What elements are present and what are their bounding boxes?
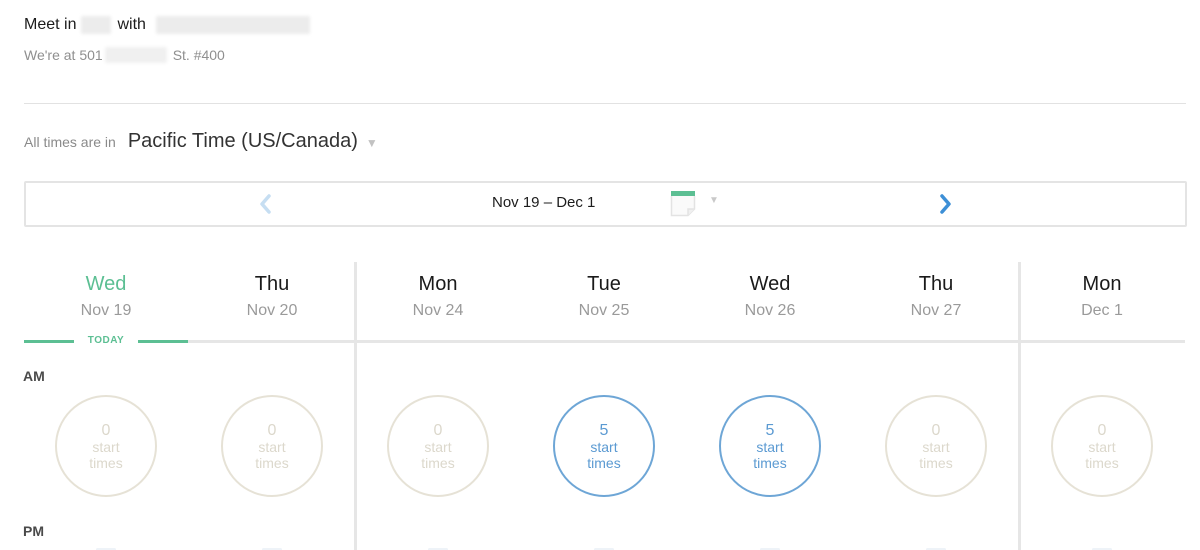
header-divider bbox=[24, 103, 1186, 104]
address-prefix: We're at 501 bbox=[24, 47, 103, 63]
title-prefix: Meet in bbox=[24, 16, 77, 33]
am-start-times-bubble[interactable]: 5 start times bbox=[719, 395, 821, 497]
day-of-week: Thu bbox=[254, 273, 290, 295]
day-date: Nov 20 bbox=[246, 302, 298, 319]
day-column-header: Thu Nov 27 bbox=[856, 262, 1016, 320]
am-start-times-bubble: 0 start times bbox=[387, 395, 489, 497]
day-column-header: Thu Nov 20 bbox=[192, 262, 352, 320]
address-suffix: St. #400 bbox=[172, 47, 225, 63]
day-date: Nov 25 bbox=[578, 302, 630, 319]
am-start-times-bubble: 0 start times bbox=[885, 395, 987, 497]
chevron-right-icon bbox=[940, 194, 951, 214]
start-times-count: 0 bbox=[931, 421, 941, 439]
week-separator bbox=[354, 262, 357, 550]
day-of-week: Tue bbox=[587, 273, 621, 295]
start-times-label: times bbox=[89, 454, 123, 471]
redacted-host-name bbox=[155, 16, 310, 34]
meeting-address: We're at 501 St. #400 bbox=[24, 46, 310, 64]
pm-label: PM bbox=[23, 523, 44, 539]
day-date: Nov 24 bbox=[412, 302, 464, 319]
chevron-left-icon bbox=[260, 194, 271, 214]
day-date: Nov 19 bbox=[80, 302, 132, 319]
start-times-label: times bbox=[587, 454, 621, 471]
day-column-header: Wed Nov 26 bbox=[690, 262, 850, 320]
start-times-label: times bbox=[255, 454, 289, 471]
today-label: TODAY bbox=[80, 335, 132, 346]
timezone-label: All times are in bbox=[24, 134, 116, 150]
previous-range-button[interactable] bbox=[254, 191, 278, 217]
day-of-week: Wed bbox=[749, 273, 791, 295]
availability-calendar: TODAY AM PM Wed Nov 19 0 start times Thu Nov 2… bbox=[23, 262, 1185, 550]
am-start-times-bubble: 0 start times bbox=[55, 395, 157, 497]
start-times-count: 5 bbox=[599, 421, 609, 439]
calendar-icon bbox=[670, 191, 696, 217]
start-times-label: start bbox=[1088, 438, 1116, 455]
start-times-label: times bbox=[919, 454, 953, 471]
redacted-street bbox=[104, 47, 167, 63]
day-date: Nov 26 bbox=[744, 302, 796, 319]
am-start-times-bubble: 0 start times bbox=[1051, 395, 1153, 497]
start-times-label: times bbox=[1085, 454, 1119, 471]
start-times-label: start bbox=[258, 438, 286, 455]
day-of-week: Thu bbox=[918, 273, 954, 295]
week-separator bbox=[1018, 262, 1021, 550]
day-date: Dec 1 bbox=[1081, 302, 1123, 319]
start-times-count: 0 bbox=[1097, 421, 1107, 439]
date-range-label: Nov 19 – Dec 1 bbox=[492, 194, 596, 211]
day-of-week: Mon bbox=[418, 273, 458, 295]
calendar-picker-button[interactable] bbox=[670, 190, 696, 217]
day-column-header: Mon Dec 1 bbox=[1022, 262, 1182, 320]
day-column-header: Mon Nov 24 bbox=[358, 262, 518, 320]
date-range-nav: Nov 19 – Dec 1 ▼ bbox=[24, 181, 1187, 227]
start-times-label: times bbox=[421, 454, 455, 471]
day-of-week: Wed bbox=[85, 273, 127, 295]
am-start-times-bubble[interactable]: 5 start times bbox=[553, 395, 655, 497]
start-times-label: start bbox=[590, 438, 618, 455]
start-times-label: start bbox=[756, 438, 784, 455]
timezone-select[interactable]: Pacific Time (US/Canada) bbox=[128, 130, 358, 153]
meeting-title: Meet in with bbox=[24, 14, 310, 36]
meeting-header: Meet in with We're at 501 St. #400 bbox=[24, 14, 310, 64]
am-label: AM bbox=[23, 368, 45, 384]
today-line-left bbox=[24, 340, 74, 343]
start-times-count: 5 bbox=[765, 421, 775, 439]
day-column-header: Wed Nov 19 bbox=[26, 262, 186, 320]
today-line-right bbox=[138, 340, 188, 343]
redacted-city bbox=[81, 16, 112, 34]
start-times-label: times bbox=[753, 454, 787, 471]
start-times-label: start bbox=[922, 438, 950, 455]
title-with: with bbox=[117, 16, 146, 33]
start-times-count: 0 bbox=[101, 421, 111, 439]
timezone-row: All times are in Pacific Time (US/Canada… bbox=[24, 130, 378, 153]
day-date: Nov 27 bbox=[910, 302, 962, 319]
start-times-label: start bbox=[92, 438, 120, 455]
calendar-caret-icon[interactable]: ▼ bbox=[709, 195, 719, 206]
day-of-week: Mon bbox=[1082, 273, 1122, 295]
header-underline bbox=[24, 340, 1185, 343]
next-range-button[interactable] bbox=[933, 191, 957, 217]
am-start-times-bubble: 0 start times bbox=[221, 395, 323, 497]
start-times-label: start bbox=[424, 438, 452, 455]
start-times-count: 0 bbox=[267, 421, 277, 439]
start-times-count: 0 bbox=[433, 421, 443, 439]
timezone-caret-icon[interactable]: ▼ bbox=[366, 136, 378, 150]
day-column-header: Tue Nov 25 bbox=[524, 262, 684, 320]
